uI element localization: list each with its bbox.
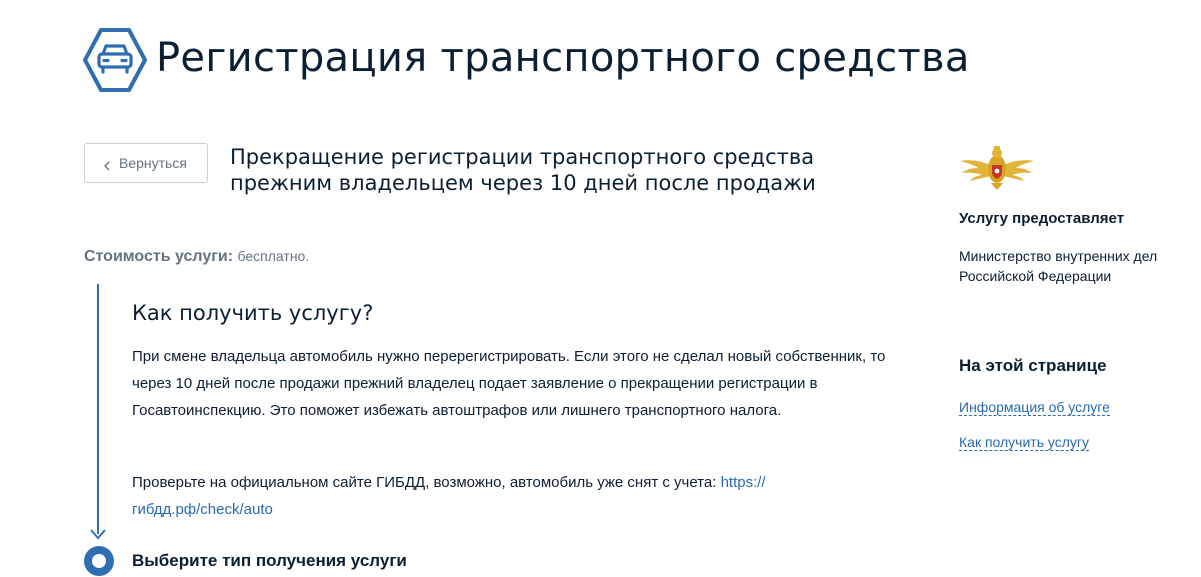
check-gibdd-text: Проверьте на официальном сайте ГИБДД, во… [132,474,717,491]
how-to-get-paragraph: При смене владельца автомобиль нужно пер… [132,348,886,419]
cost-value: бесплатно. [237,248,310,264]
how-to-get-heading: Как получить услугу? [132,301,374,325]
service-subtitle: Прекращение регистрации транспортного ср… [230,144,870,196]
timeline-step-marker [84,546,114,576]
back-button[interactable]: Вернуться [84,143,208,183]
provider-label: Услугу предоставляет [959,210,1125,227]
service-subtitle-line2: прежним владельцем через 10 дней после п… [230,171,816,195]
gibdd-check-link-line1: https:// [720,474,766,491]
cost-label: Стоимость услуги: [84,248,234,265]
page-title: Регистрация транспортного средства [156,35,970,81]
mvd-emblem-icon [958,143,1036,191]
provider-name: Министерство внутренних дел Российской Ф… [959,246,1189,286]
toc-heading: На этой странице [959,356,1107,375]
check-gibdd-paragraph: Проверьте на официальном сайте ГИБДД, во… [132,469,892,523]
service-car-icon [82,27,148,93]
toc-link-how-to-get[interactable]: Как получить услугу [959,434,1090,451]
toc-link-service-info[interactable]: Информация об услуге [959,399,1110,416]
provider-name-line1: Министерство внутренних дел [959,248,1158,264]
step-choose-type: Выберите тип получения услуги [132,551,407,570]
arrow-down-icon [89,527,107,540]
provider-name-line2: Российской Федерации [959,268,1112,284]
back-button-label: Вернуться [119,155,187,171]
service-cost: Стоимость услуги: бесплатно. [84,248,309,266]
gibdd-check-link-line2: гибдд.рф/check/auto [132,501,273,518]
timeline-line [97,284,99,534]
chevron-left-icon [103,158,110,171]
service-subtitle-line1: Прекращение регистрации транспортного ср… [230,145,815,169]
